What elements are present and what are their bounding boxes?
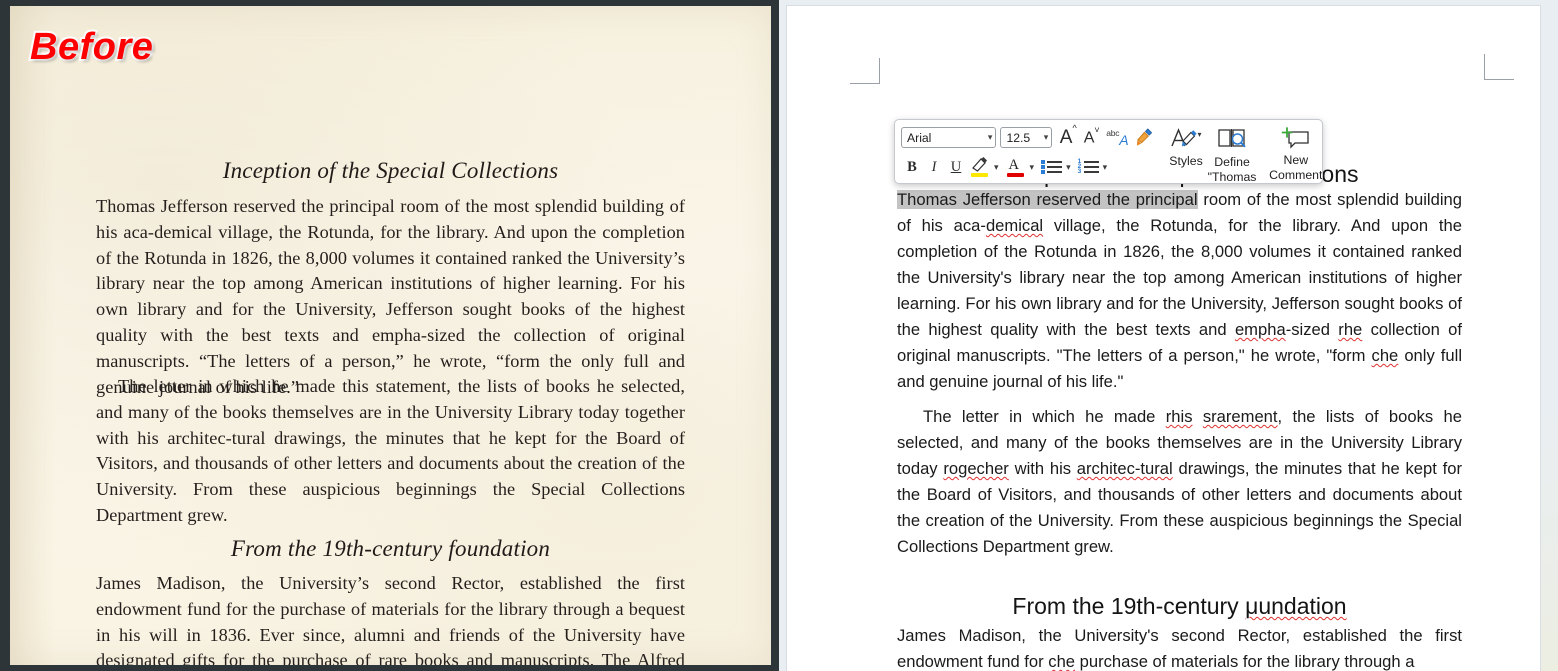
mini-toolbar-row-1: Arial ▾ 12.5 ▾ A^ A˅ abcA <box>901 123 1157 152</box>
styles-label: Styles <box>1169 154 1203 169</box>
p1-run-c: -sized <box>1286 320 1339 339</box>
underline-button[interactable]: U <box>945 155 967 179</box>
bullet-list-icon <box>1041 159 1062 175</box>
numbered-list-icon: 1 2 3 <box>1078 159 1099 175</box>
mini-toolbar-row-2: B I U ▾ <box>901 152 1157 182</box>
after-paragraph-2[interactable]: The letter in which he made rhis srareme… <box>897 404 1462 560</box>
bullets-chevron-down-icon[interactable]: ▾ <box>1065 162 1075 173</box>
shrink-font-button[interactable]: A˅ <box>1080 126 1103 150</box>
comparison-view: Inception of the Special Collections Tho… <box>0 0 1558 671</box>
italic-icon: I <box>932 159 937 176</box>
margin-corner-mark-right <box>1484 54 1514 80</box>
after-panel: Inception of the Special Collections Tho… <box>779 0 1558 671</box>
grow-font-letter: A <box>1060 127 1073 148</box>
change-case-icon: abcA <box>1106 127 1129 149</box>
after-paragraph-3[interactable]: James Madison, the University's second R… <box>897 623 1462 671</box>
bold-icon: B <box>907 159 917 176</box>
grow-font-button[interactable]: A^ <box>1056 126 1080 150</box>
before-heading-19th-century: From the 19th-century foundation <box>96 536 685 562</box>
italic-button[interactable]: I <box>923 155 945 179</box>
bullets-button[interactable] <box>1038 155 1065 179</box>
spell-error-che-2[interactable]: che <box>1048 652 1075 671</box>
p2-run-a: The letter in which he made <box>923 407 1166 426</box>
numbering-button[interactable]: 1 2 3 <box>1075 155 1102 179</box>
font-color-chevron-down-icon[interactable]: ▾ <box>1029 162 1039 173</box>
before-paragraph-2: The letter in which he made this stateme… <box>96 374 685 529</box>
selected-text-run[interactable]: Thomas Jefferson reserved the principal <box>897 190 1198 209</box>
bold-button[interactable]: B <box>901 155 923 179</box>
shrink-font-letter: A <box>1084 129 1095 146</box>
p3-run-b: purchase of materials for the library th… <box>1075 652 1414 671</box>
format-painter-icon <box>1135 128 1154 147</box>
before-panel: Inception of the Special Collections Tho… <box>0 0 779 671</box>
spell-error-rhis[interactable]: rhis <box>1166 407 1193 426</box>
font-family-value: Arial <box>907 131 931 145</box>
before-heading-inception: Inception of the Special Collections <box>96 158 685 184</box>
highlighter-icon <box>970 157 990 178</box>
chevron-down-icon: ▾ <box>988 132 993 143</box>
spell-error-architec-tural[interactable]: architec-tural <box>1077 459 1173 478</box>
grow-font-icon: A^ <box>1059 127 1078 149</box>
new-comment-label-line1: New <box>1283 153 1308 168</box>
spell-error-empha[interactable]: empha <box>1235 320 1286 339</box>
after-heading-19th-century: From the 19th-century μundation <box>897 591 1462 621</box>
spell-error-rhe[interactable]: rhe <box>1338 320 1362 339</box>
define-label-line1: Define "Thomas <box>1203 155 1261 184</box>
font-color-icon: A <box>1006 157 1026 178</box>
spell-error-rogecher[interactable]: rogecher <box>943 459 1009 478</box>
font-size-dropdown[interactable]: 12.5 ▾ <box>1000 127 1052 148</box>
styles-button[interactable]: ▾ Styles <box>1169 120 1203 183</box>
highlight-chevron-down-icon[interactable]: ▾ <box>993 162 1003 173</box>
spell-error-srarement[interactable]: srarement <box>1203 407 1278 426</box>
font-size-value: 12.5 <box>1006 131 1030 145</box>
numbering-chevron-down-icon[interactable]: ▾ <box>1102 162 1112 173</box>
new-comment-button[interactable]: New Comment <box>1269 120 1322 183</box>
define-dictionary-icon <box>1214 126 1250 153</box>
styles-icon: ▾ <box>1169 126 1203 152</box>
mini-toolbar-left-group: Arial ▾ 12.5 ▾ A^ A˅ abcA <box>895 120 1161 183</box>
underline-icon: U <box>951 159 961 176</box>
margin-corner-mark-left <box>850 58 880 84</box>
after-paragraph-1[interactable]: Thomas Jefferson reserved the principal … <box>897 187 1462 395</box>
p2-run-b <box>1193 407 1203 426</box>
heading2-run-a: From the 19th-century <box>1012 593 1245 619</box>
spell-error-demical[interactable]: demical <box>986 216 1043 235</box>
define-button[interactable]: Define "Thomas Jefferso..." <box>1203 120 1261 183</box>
shrink-font-icon: A˅ <box>1083 128 1101 147</box>
svg-text:▾: ▾ <box>1198 130 1202 139</box>
before-paragraph-3: James Madison, the University’s second R… <box>96 571 685 665</box>
spell-error-uundation[interactable]: μundation <box>1245 593 1347 619</box>
font-color-button[interactable]: A <box>1003 155 1029 179</box>
new-comment-icon <box>1281 126 1311 151</box>
before-paragraph-1: Thomas Jefferson reserved the principal … <box>96 194 685 400</box>
font-family-dropdown[interactable]: Arial ▾ <box>901 127 996 148</box>
highlight-button[interactable] <box>967 155 993 179</box>
before-label-badge: Before <box>30 26 153 69</box>
spell-error-che-1[interactable]: che <box>1372 346 1399 365</box>
change-case-button[interactable]: abcA <box>1103 126 1132 150</box>
new-comment-label-line2: Comment <box>1269 168 1322 183</box>
chevron-down-icon: ▾ <box>1044 132 1049 143</box>
p2-run-d: with his <box>1009 459 1077 478</box>
font-color-letter: A <box>1009 157 1019 174</box>
word-document-page[interactable]: Inception of the Special Collections Tho… <box>787 6 1540 671</box>
format-painter-button[interactable] <box>1132 126 1157 150</box>
floating-mini-toolbar[interactable]: Arial ▾ 12.5 ▾ A^ A˅ abcA <box>894 119 1323 184</box>
scanned-book-page: Inception of the Special Collections Tho… <box>10 6 771 665</box>
